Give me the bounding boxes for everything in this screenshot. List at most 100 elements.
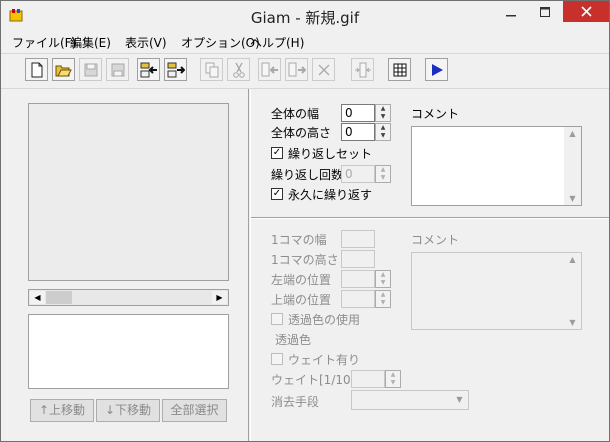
scroll-up-icon[interactable]: ▲ [564,129,581,138]
spin-up-icon[interactable]: ▲ [376,105,390,113]
import-frames-button[interactable] [137,58,160,81]
menu-options[interactable]: オプション(O) [181,34,260,51]
frame-comment-label: コメント [411,233,460,247]
global-comment-label: コメント [411,107,460,121]
grid-icon [393,63,406,76]
grid-button[interactable] [388,58,411,81]
new-button[interactable] [25,58,48,81]
global-height-label: 全体の高さ [271,126,332,140]
frame-left-label: 左端の位置 [271,273,332,287]
spinner-arrows[interactable]: ▲ ▼ [375,290,391,308]
title-bar[interactable]: Giam - 新規.gif [1,1,609,30]
frame-top-input[interactable] [341,290,375,308]
menu-view[interactable]: 表示(V) [125,34,167,51]
open-button[interactable] [52,58,75,81]
spinner-arrows[interactable]: ▲ ▼ [375,123,391,141]
frame-list-pane: ◀ ▶ ↑上移動 ↓下移動 全部選択 [1,89,248,441]
global-height-input[interactable]: 0 [341,123,375,141]
spin-up-icon[interactable]: ▲ [376,124,390,132]
frame-height-input[interactable] [341,250,375,268]
paste-after-button[interactable] [285,58,308,81]
preview-horizontal-scrollbar[interactable]: ◀ ▶ [28,289,229,306]
frame-left-input[interactable] [341,270,375,288]
open-folder-icon [55,65,72,76]
save-as-button[interactable] [106,58,129,81]
spin-up-icon[interactable]: ▲ [376,166,390,174]
close-icon [580,6,592,17]
frame-left-spinner[interactable]: ▲ ▼ [341,270,391,288]
transparent-use-label[interactable]: 透過色の使用 [288,311,360,328]
copy-button[interactable] [200,58,223,81]
global-width-label: 全体の幅 [271,107,320,121]
wait-checkbox[interactable] [271,353,283,365]
scroll-down-icon[interactable]: ▼ [564,194,581,203]
scroll-up-icon[interactable]: ▲ [564,255,581,264]
import-frames-icon [140,62,157,77]
close-button[interactable] [563,1,609,22]
select-all-button[interactable]: 全部選択 [162,399,227,422]
spin-down-icon[interactable]: ▼ [376,279,390,287]
spinner-arrows[interactable]: ▲ ▼ [375,165,391,183]
wait-spinner[interactable]: ▲ ▼ [351,370,401,388]
paste-before-icon [261,62,278,76]
spin-down-icon[interactable]: ▼ [376,113,390,121]
transparent-use-checkbox[interactable] [271,313,283,325]
scroll-left-arrow-icon[interactable]: ◀ [30,291,45,304]
loop-set-checkbox[interactable]: ✓ [271,147,283,159]
spin-down-icon[interactable]: ▼ [386,379,400,387]
section-divider [251,217,609,219]
spinner-arrows[interactable]: ▲ ▼ [375,104,391,122]
menu-help[interactable]: ヘルプ(H) [250,34,304,51]
maximize-button[interactable] [531,1,559,23]
scrollbar-thumb[interactable] [46,291,72,304]
insert-frames-button[interactable] [164,58,187,81]
frame-width-input[interactable] [341,230,375,248]
spin-up-icon[interactable]: ▲ [376,291,390,299]
spinner-arrows[interactable]: ▲ ▼ [375,270,391,288]
loop-count-input[interactable]: 0 [341,165,375,183]
scroll-down-icon[interactable]: ▼ [564,318,581,327]
move-down-button[interactable]: ↓下移動 [96,399,160,422]
global-height-spinner[interactable]: 0 ▲ ▼ [341,123,391,141]
app-window: Giam - 新規.gif ファイル(F) 編集(E) 表示(V) オプション(… [0,0,610,442]
global-width-spinner[interactable]: 0 ▲ ▼ [341,104,391,122]
loop-count-spinner[interactable]: 0 ▲ ▼ [341,165,391,183]
dispose-method-select[interactable]: ▼ [351,390,469,410]
spin-down-icon[interactable]: ▼ [376,299,390,307]
cut-button[interactable] [227,58,250,81]
loop-count-label: 繰り返し回数 [271,168,344,182]
insert-frames-icon [167,62,185,77]
merge-frames-button[interactable] [351,58,374,81]
spin-down-icon[interactable]: ▼ [376,174,390,182]
copy-icon [205,62,218,77]
spin-up-icon[interactable]: ▲ [386,371,400,379]
frame-list[interactable] [28,314,229,389]
frame-top-label: 上端の位置 [271,293,332,307]
wait-label[interactable]: ウェイト有り [288,351,360,368]
loop-set-label[interactable]: 繰り返しセット [288,145,372,162]
delete-icon [318,64,329,75]
loop-forever-label[interactable]: 永久に繰り返す [288,186,372,203]
save-button[interactable] [79,58,102,81]
play-button[interactable] [425,58,448,81]
frame-comment-textarea[interactable]: ▲ ▼ [411,252,582,330]
menu-file[interactable]: ファイル(F) [12,34,76,51]
properties-pane: 全体の幅 0 ▲ ▼ 全体の高さ 0 ▲ ▼ ✓ 繰り返しセット 繰り返し回数 0 … [251,89,609,441]
move-up-button[interactable]: ↑上移動 [30,399,94,422]
chevron-down-icon[interactable]: ▼ [451,391,468,409]
comment-scrollbar[interactable]: ▲ ▼ [564,253,581,329]
comment-scrollbar[interactable]: ▲ ▼ [564,127,581,205]
wait-input[interactable] [351,370,385,388]
spin-up-icon[interactable]: ▲ [376,271,390,279]
menu-edit[interactable]: 編集(E) [70,34,111,51]
scroll-right-arrow-icon[interactable]: ▶ [212,291,227,304]
paste-before-button[interactable] [258,58,281,81]
delete-button[interactable] [312,58,335,81]
spinner-arrows[interactable]: ▲ ▼ [385,370,401,388]
global-comment-textarea[interactable]: ▲ ▼ [411,126,582,206]
spin-down-icon[interactable]: ▼ [376,132,390,140]
frame-top-spinner[interactable]: ▲ ▼ [341,290,391,308]
minimize-button[interactable] [497,1,525,23]
global-width-input[interactable]: 0 [341,104,375,122]
loop-forever-checkbox[interactable]: ✓ [271,188,283,200]
